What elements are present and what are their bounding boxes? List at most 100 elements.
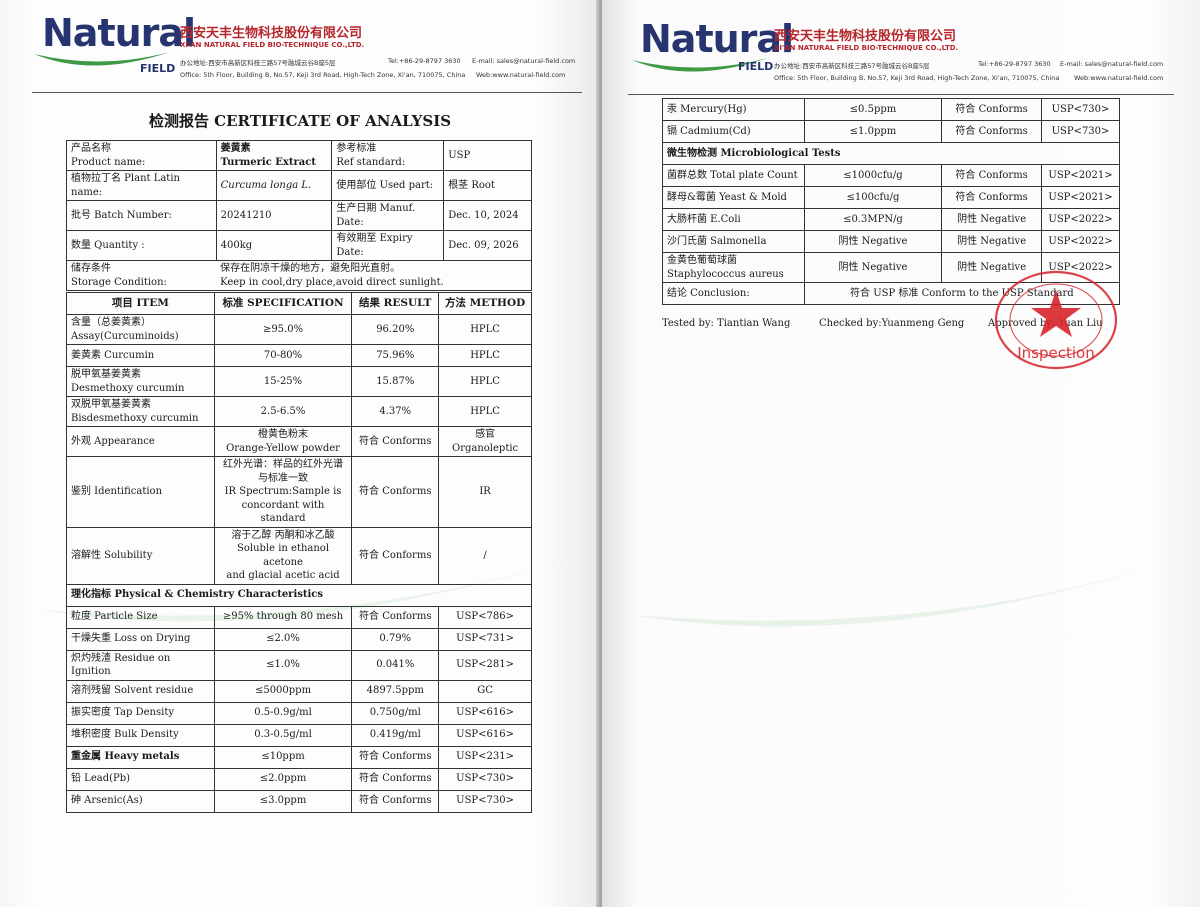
spec-cell: 橙黄色粉末 Orange-Yellow powder [213,426,353,457]
spec-cell: ≤0.5ppm [803,98,943,121]
section-title: 微生物检测 Microbiological Tests [662,142,1120,165]
results-header-row: 项目 ITEM 标准 SPECIFICATION 结果 RESULT 方法 ME… [66,292,532,315]
method-cell: USP<616> [438,701,532,725]
spec-cell: ≤10ppm [213,745,353,769]
item-cell: 溶解性 Solubility [66,526,215,585]
tested-by: Tested by: Tiantian Wang [662,318,791,329]
info-value: Dec. 10, 2024 [443,200,532,231]
result-cell: 0.419g/ml [351,723,440,747]
result-cell: 符合 Conforms [941,164,1042,187]
table-row: 镉 Cadmium(Cd) ≤1.0ppm 符合 Conforms USP<730> [662,120,1120,143]
website: Web:www.natural-field.com [476,71,566,79]
spec-cell: ≤3.0ppm [213,789,353,813]
info-label: 参考标准 Ref standard: [331,140,445,171]
item-cell: 溶剂残留 Solvent residue [66,679,215,703]
result-cell: 15.87% [351,366,440,397]
item-cell: 含量（总姜黄素） Assay(Curcuminoids) [66,314,215,345]
method-cell: USP<2022> [1041,230,1120,253]
tel: Tel:+86-29-8797 3630 [978,60,1051,68]
company-name-en: XI'AN NATURAL FIELD BIO-TECHNIQUE CO.,LT… [180,41,365,49]
email: E-mail: sales@natural-field.com [1060,60,1164,68]
info-label: 数量 Quantity : [66,230,217,261]
spec-cell: ≤5000ppm [213,679,353,703]
info-row: 储存条件 Storage Condition: 保存在阴凉干燥的地方，避免阳光直射… [66,260,533,291]
company-name-cn: 西安天丰生物科技股份有限公司 [774,29,957,44]
logo-field-text: FIELD [140,62,176,75]
item-cell: 金黄色葡萄球菌 Staphylococcus aureus [662,252,805,283]
spec-cell: ≥95% through 80 mesh [213,605,353,629]
info-value: 根茎 Root [443,170,532,201]
method-cell: USP<730> [438,767,532,791]
table-row: 姜黄素 Curcumin 70-80% 75.96% HPLC [66,344,532,367]
table-row: 粒度 Particle Size ≥95% through 80 mesh 符合 C… [66,605,532,629]
result-cell: 符合 Conforms [351,456,440,528]
column-header: 方法 METHOD [438,292,532,315]
results-table: 项目 ITEM 标准 SPECIFICATION 结果 RESULT 方法 ME… [66,292,532,813]
result-cell: 符合 Conforms [351,767,440,791]
column-header: 结果 RESULT [351,292,440,315]
spec-cell: 溶于乙醇 丙酮和冰乙酸 Soluble in ethanol acetone and… [213,526,353,585]
header-rule [628,94,1174,95]
info-value: 20241210 [215,200,333,231]
spec-cell: ≤1.0ppm [803,120,943,143]
spec-cell: ≤2.0% [213,627,353,651]
table-row: 脱甲氧基姜黄素 Desmethoxy curcumin 15-25% 15.87% HP… [66,366,532,397]
spec-cell: 阴性 Negative [803,252,943,283]
table-row: 炽灼残渣 Residue on Ignition ≤1.0% 0.041% USP<2… [66,649,532,681]
item-cell: 粒度 Particle Size [66,605,215,629]
table-row: 溶剂残留 Solvent residue ≤5000ppm 4897.5ppm GC [66,679,532,703]
product-info-table: 产品名称 Product name: 姜黄素 Turmeric Extract 参考… [66,140,533,291]
table-row: 酵母&霉菌 Yeast & Mold ≤100cfu/g 符合 Conforms US… [662,186,1120,209]
letterhead: Natural FIELD 西安天丰生物科技股份有限公司 XI'AN NATUR… [602,0,1200,95]
method-cell: USP<231> [438,745,532,769]
method-cell: USP<730> [1041,98,1120,121]
address-en: Office: 5th Floor, Building B, No.57, Ke… [180,71,466,79]
item-cell: 铅 Lead(Pb) [66,767,215,791]
item-cell: 鉴别 Identification [66,456,215,528]
logo-field-text: FIELD [738,60,774,73]
spec-cell: 0.3-0.5g/ml [213,723,353,747]
method-cell: 感官 Organoleptic [438,426,532,457]
conclusion-label: 结论 Conclusion: [662,282,805,305]
table-row: 含量（总姜黄素） Assay(Curcuminoids) ≥95.0% 96.20% H… [66,314,532,345]
info-value: USP [443,140,532,171]
spec-cell: ≥95.0% [213,314,353,345]
spec-cell: ≤2.0ppm [213,767,353,791]
item-cell: 姜黄素 Curcumin [66,344,215,367]
spec-cell: ≤100cfu/g [803,186,943,209]
spec-cell: 15-25% [213,366,353,397]
item-cell: 砷 Arsenic(As) [66,789,215,813]
method-cell: USP<731> [438,627,532,651]
address-cn: 办公地址:西安市高新区科技三路57号融城云谷B座5层 [180,59,336,67]
spec-cell: 2.5-6.5% [213,396,353,427]
result-cell: 符合 Conforms [941,186,1042,209]
company-logo: Natural [640,17,794,61]
result-cell: 符合 Conforms [351,426,440,457]
method-cell: USP<730> [1041,120,1120,143]
table-row: 鉴别 Identification 红外光谱：样品的红外光谱 与标准一致 IR Spe… [66,456,532,528]
result-cell: 符合 Conforms [351,789,440,813]
result-cell: 0.79% [351,627,440,651]
info-label: 储存条件 Storage Condition: [66,260,217,291]
item-cell: 汞 Mercury(Hg) [662,98,805,121]
method-cell: GC [438,679,532,703]
section-row: 微生物检测 Microbiological Tests [662,142,1120,165]
table-row: 溶解性 Solubility 溶于乙醇 丙酮和冰乙酸 Soluble in etha… [66,526,532,585]
info-label: 生产日期 Manuf. Date: [331,200,445,231]
table-row: 双脱甲氧基姜黄素 Bisdesmethoxy curcumin 2.5-6.5% 4.… [66,396,532,427]
method-cell: IR [438,456,532,528]
spec-cell: 70-80% [213,344,353,367]
spec-cell: 红外光谱：样品的红外光谱 与标准一致 IR Spectrum:Sample is co… [213,456,353,528]
letterhead: Natural FIELD 西安天丰生物科技股份有限公司 XI'AN NATUR… [0,0,599,95]
info-row: 批号 Batch Number: 20241210 生产日期 Manuf. Da… [66,200,532,231]
item-cell: 镉 Cadmium(Cd) [662,120,805,143]
info-label: 使用部位 Used part: [331,170,445,201]
info-value: 400kg [215,230,333,261]
table-row: 干燥失重 Loss on Drying ≤2.0% 0.79% USP<731> [66,627,532,651]
table-row: 振实密度 Tap Density 0.5-0.9g/ml 0.750g/ml USP<… [66,701,532,725]
watermark-swoosh-icon [632,555,1192,627]
method-cell: HPLC [438,396,532,427]
item-cell: 干燥失重 Loss on Drying [66,627,215,651]
info-value: 保存在阴凉干燥的地方，避免阳光直射。 Keep in cool,dry place… [216,260,533,291]
info-label: 产品名称 Product name: [66,140,217,171]
